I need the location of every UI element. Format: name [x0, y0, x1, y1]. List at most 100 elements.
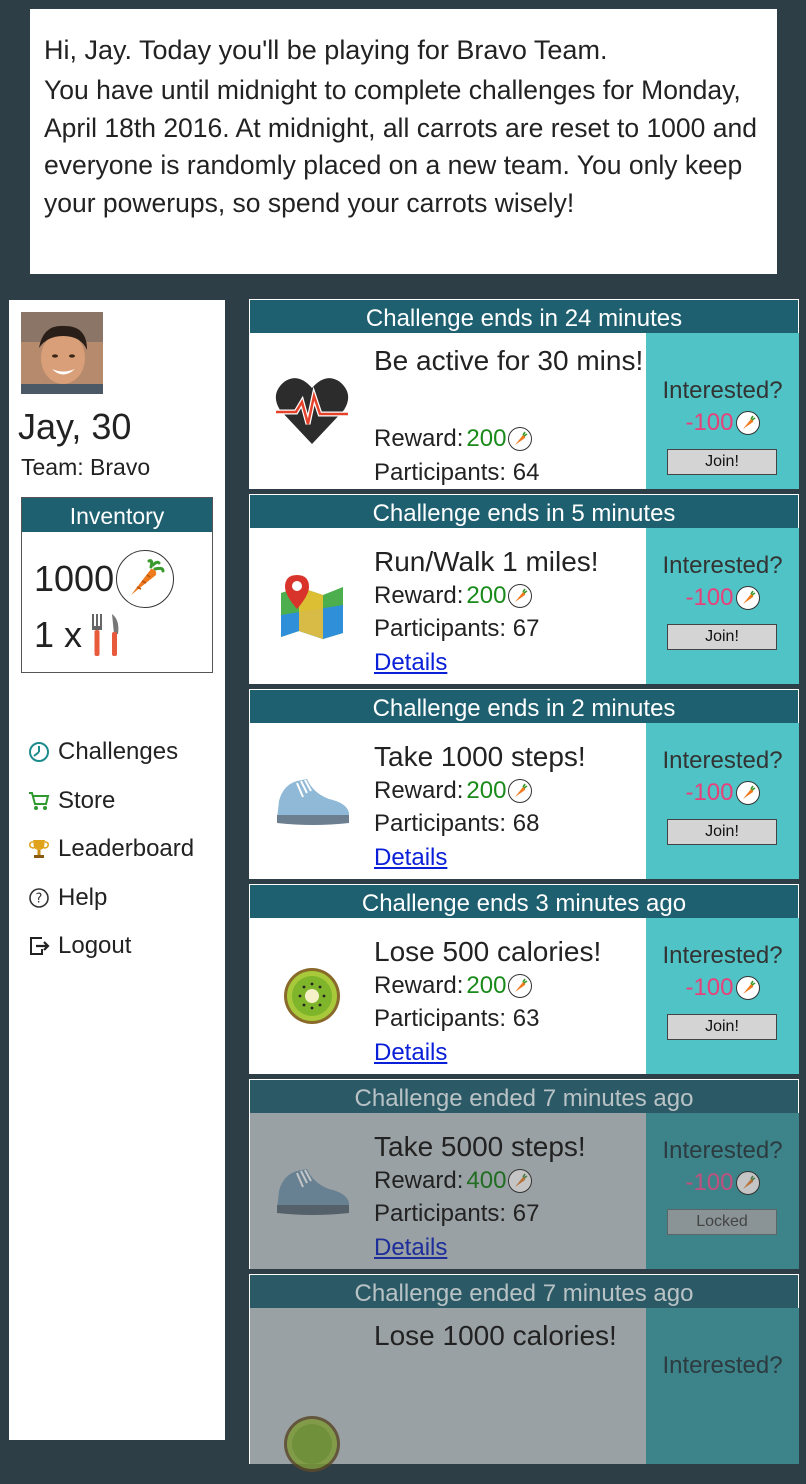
nav-item-help[interactable]: ? Help	[27, 874, 194, 923]
avatar	[21, 312, 103, 394]
carrot-icon	[508, 427, 533, 451]
inventory-carrots-row: 1000	[34, 550, 175, 608]
carrot-count: 1000	[34, 558, 115, 599]
join-cost: -100	[646, 779, 799, 807]
join-panel: Interested? -100 Join!	[646, 918, 799, 1074]
trophy-icon	[27, 837, 51, 861]
reward-value: 200	[466, 972, 507, 999]
participants-count: Participants: 67	[374, 615, 540, 642]
locked-button[interactable]: Locked	[667, 1209, 777, 1235]
join-panel: Interested? -100 Join!	[646, 528, 799, 684]
challenge-title: Run/Walk 1 miles!	[374, 546, 599, 577]
sidebar-nav: Challenges Store Leaderboard ? Help Logo…	[27, 728, 194, 971]
details-link[interactable]: Details	[374, 1234, 447, 1262]
user-name-age: Jay, 30	[18, 406, 132, 447]
carrot-icon	[116, 550, 175, 608]
challenge-timer: Challenge ends in 5 minutes	[249, 494, 799, 528]
nav-item-leaderboard[interactable]: Leaderboard	[27, 825, 194, 874]
reward-value: 400	[466, 1167, 507, 1194]
banner-message: You have until midnight to complete chal…	[44, 75, 757, 218]
sneaker-icon	[272, 1151, 352, 1231]
carrot-icon	[508, 779, 533, 803]
reward-row: Reward: 200	[374, 972, 533, 1000]
interested-label: Interested?	[662, 377, 783, 404]
challenge-card: Challenge ends in 2 minutes Take 1000 st…	[249, 689, 799, 879]
inventory-powerup-row: 1 x	[34, 612, 122, 658]
nav-label-logout: Logout	[58, 932, 132, 960]
cost-value: -100	[685, 1169, 734, 1196]
reward-label: Reward:	[374, 582, 464, 609]
challenge-card-ended: Challenge ended 7 minutes ago Take 5000 …	[249, 1079, 799, 1269]
nav-label-leaderboard: Leaderboard	[58, 835, 195, 863]
interested-label: Interested?	[662, 1352, 783, 1379]
cost-value: -100	[685, 409, 734, 436]
challenge-title: Lose 500 calories!	[374, 936, 602, 967]
details-link[interactable]: Details	[374, 1039, 447, 1067]
reward-value: 200	[466, 582, 507, 609]
clock-icon	[27, 740, 51, 764]
join-panel: Interested?	[646, 1308, 799, 1464]
challenge-card: Challenge ends in 5 minutes Run/Walk 1 m…	[249, 494, 799, 684]
challenge-timer: Challenge ends in 24 minutes	[249, 299, 799, 333]
details-link[interactable]: Details	[374, 844, 447, 872]
challenge-card: Challenge ends 3 minutes ago Lose 500 ca…	[249, 884, 799, 1074]
inventory-panel: Inventory 1000 1 x	[21, 497, 213, 673]
carrot-icon	[508, 584, 533, 608]
carrot-icon	[735, 411, 760, 435]
join-cost: -100	[646, 1169, 799, 1197]
powerup-count: 1 x	[34, 614, 83, 655]
nav-item-challenges[interactable]: Challenges	[27, 728, 194, 777]
kiwi-icon	[272, 1404, 352, 1484]
map-icon	[272, 566, 352, 646]
participants-count: Participants: 63	[374, 1005, 540, 1032]
join-panel: Interested? -100 Locked	[646, 1113, 799, 1269]
challenge-card: Challenge ends in 24 minutes Be active f…	[249, 299, 799, 520]
carrot-icon	[508, 974, 533, 998]
carrot-icon	[508, 1169, 533, 1193]
challenge-timer: Challenge ended 7 minutes ago	[249, 1079, 799, 1113]
join-button[interactable]: Join!	[667, 449, 777, 475]
svg-text:?: ?	[36, 891, 43, 906]
cost-value: -100	[685, 974, 734, 1001]
welcome-banner: Hi, Jay. Today you'll be playing for Bra…	[30, 9, 777, 274]
reward-label: Reward:	[374, 1167, 464, 1194]
participants-count: Participants: 64	[374, 459, 540, 486]
reward-label: Reward:	[374, 972, 464, 999]
nav-label-store: Store	[58, 786, 116, 814]
join-button[interactable]: Join!	[667, 624, 777, 650]
carrot-icon	[735, 586, 760, 610]
fork-knife-icon	[88, 612, 122, 658]
join-button[interactable]: Join!	[667, 819, 777, 845]
reward-label: Reward:	[374, 777, 464, 804]
reward-row: Reward: 200	[374, 777, 533, 805]
details-link[interactable]: Details	[374, 649, 447, 677]
sneaker-icon	[272, 761, 352, 841]
join-button[interactable]: Join!	[667, 1014, 777, 1040]
heart-rate-icon	[272, 371, 352, 451]
cost-value: -100	[685, 779, 734, 806]
carrot-icon	[735, 976, 760, 1000]
nav-item-logout[interactable]: Logout	[27, 922, 194, 971]
cart-icon	[27, 789, 51, 813]
challenge-title: Be active for 30 mins!	[374, 345, 644, 376]
inventory-title: Inventory	[22, 498, 212, 532]
kiwi-icon	[272, 956, 352, 1036]
interested-label: Interested?	[662, 747, 783, 774]
participants-count: Participants: 68	[374, 810, 540, 837]
reward-row: Reward: 400	[374, 1167, 533, 1195]
challenge-timer: Challenge ends 3 minutes ago	[249, 884, 799, 918]
nav-item-store[interactable]: Store	[27, 777, 194, 826]
join-panel: Interested? -100 Join!	[646, 723, 799, 879]
interested-label: Interested?	[662, 942, 783, 969]
carrot-icon	[735, 781, 760, 805]
help-icon: ?	[27, 886, 51, 910]
interested-label: Interested?	[662, 552, 783, 579]
challenge-title: Lose 1000 calories!	[374, 1320, 617, 1351]
challenge-card-ended: Challenge ended 7 minutes ago Lose 1000 …	[249, 1274, 799, 1472]
join-panel: Interested? -100 Join!	[646, 333, 799, 489]
participants-count: Participants: 67	[374, 1200, 540, 1227]
join-cost: -100	[646, 974, 799, 1002]
reward-value: 200	[466, 425, 507, 452]
reward-row: Reward: 200	[374, 425, 533, 453]
logout-icon	[27, 934, 51, 958]
